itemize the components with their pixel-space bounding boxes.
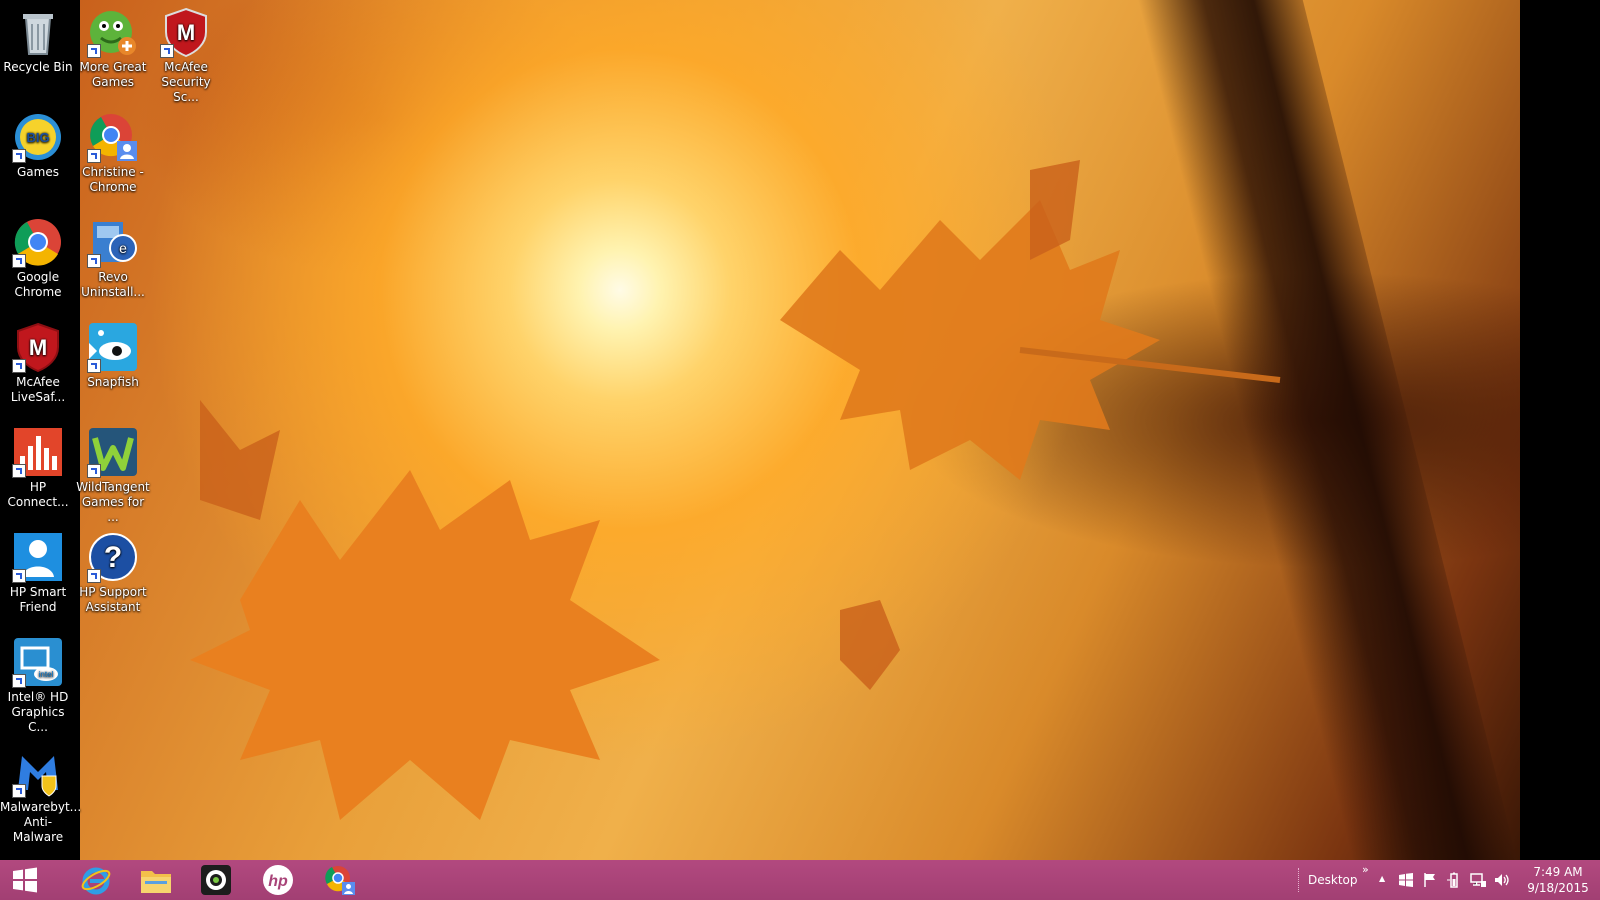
icon-label: More Great Games: [79, 60, 147, 89]
desktop-icon-more-great-games[interactable]: More Great Games: [75, 2, 151, 90]
icon-label: McAfee LiveSaf...: [10, 375, 66, 404]
file-explorer-icon: [141, 871, 171, 893]
chrome-user-icon: [325, 866, 355, 895]
svg-text:M: M: [177, 20, 195, 45]
mcafee-icon: M: [160, 6, 212, 58]
intel-icon: intel: [12, 636, 64, 688]
icon-label: Malwarebyt... Anti-Malware: [0, 800, 82, 844]
taskbar-hp-app[interactable]: hp: [250, 860, 306, 900]
network-icon[interactable]: [1470, 872, 1486, 888]
taskbar-chrome-user[interactable]: [312, 860, 368, 900]
taskbar-media-app[interactable]: [188, 860, 244, 900]
icon-label: HP Support Assistant: [79, 585, 147, 614]
media-icon: [201, 865, 231, 895]
icon-label: HP Smart Friend: [9, 585, 67, 614]
desktop-icon-mcafee-livesafe[interactable]: M McAfee LiveSaf...: [0, 317, 76, 405]
desktop-icon-recycle-bin[interactable]: Recycle Bin: [0, 2, 76, 75]
desktop-icon-hp-smart-friend[interactable]: HP Smart Friend: [0, 527, 76, 615]
desktop-icon-snapfish[interactable]: Snapfish: [75, 317, 151, 390]
action-center-flag-icon[interactable]: [1422, 872, 1438, 888]
wildtangent-icon: [87, 426, 139, 478]
icon-label: Snapfish: [87, 375, 139, 389]
shortcut-arrow-icon: [87, 569, 101, 583]
shortcut-arrow-icon: [12, 784, 26, 798]
desktop-icon-mcafee-security-scan[interactable]: M McAfee Security Sc...: [148, 2, 224, 105]
shortcut-arrow-icon: [12, 254, 26, 268]
icon-label: McAfee Security Sc...: [161, 60, 211, 104]
taskbar-internet-explorer[interactable]: [68, 860, 124, 900]
icon-label: HP Connect...: [7, 480, 69, 509]
start-button[interactable]: [0, 860, 50, 900]
desktop-icon-hp-connect[interactable]: HP Connect...: [0, 422, 76, 510]
shortcut-arrow-icon: [12, 464, 26, 478]
svg-text:?: ?: [104, 541, 122, 574]
chrome-user-icon: [87, 111, 139, 163]
show-hidden-icons-button[interactable]: ▲: [1379, 874, 1385, 883]
windows-tray-icon[interactable]: [1398, 872, 1414, 888]
shortcut-arrow-icon: [12, 674, 26, 688]
shortcut-arrow-icon: [87, 44, 101, 58]
svg-text:e: e: [119, 240, 127, 256]
shortcut-arrow-icon: [87, 149, 101, 163]
desktop-icon-hp-support-assistant[interactable]: ? HP Support Assistant: [75, 527, 151, 615]
chrome-icon: [12, 216, 64, 268]
svg-text:BIG: BIG: [26, 130, 49, 145]
internet-explorer-icon: [81, 867, 111, 895]
svg-text:M: M: [29, 335, 47, 360]
shortcut-arrow-icon: [87, 464, 101, 478]
games-icon: [87, 6, 139, 58]
clock-date: 9/18/2015: [1527, 881, 1589, 895]
shortcut-arrow-icon: [160, 44, 174, 58]
shortcut-arrow-icon: [12, 149, 26, 163]
icon-label: Revo Uninstall...: [81, 270, 145, 299]
shortcut-arrow-icon: [87, 359, 101, 373]
hp-smart-friend-icon: [12, 531, 64, 583]
snapfish-icon: [87, 321, 139, 373]
hp-icon: hp: [263, 865, 293, 895]
malwarebytes-icon: [12, 746, 64, 798]
desktop-icon-christine-chrome[interactable]: Christine - Chrome: [75, 107, 151, 195]
desktop-icon-google-chrome[interactable]: Google Chrome: [0, 212, 76, 300]
desktop-right-margin: [1520, 0, 1600, 860]
icon-label: Games: [17, 165, 59, 179]
svg-text:intel: intel: [39, 670, 54, 679]
toolbar-grip: [1298, 868, 1301, 892]
volume-icon[interactable]: [1494, 872, 1510, 888]
clock-time: 7:49 AM: [1533, 865, 1583, 879]
icon-label: Intel® HD Graphics C...: [7, 690, 69, 734]
shortcut-arrow-icon: [12, 359, 26, 373]
hp-connect-icon: [12, 426, 64, 478]
desktop-icon-revo-uninstaller[interactable]: e Revo Uninstall...: [75, 212, 151, 300]
desktop-toolbar-label[interactable]: Desktop: [1308, 873, 1358, 887]
shortcut-arrow-icon: [87, 254, 101, 268]
icon-label: Christine - Chrome: [82, 165, 144, 194]
toolbar-chevron-icon[interactable]: »: [1362, 863, 1369, 876]
help-icon: ?: [87, 531, 139, 583]
clock[interactable]: 7:49 AM 9/18/2015: [1522, 864, 1594, 896]
icon-label: Google Chrome: [14, 270, 62, 299]
windows-start-icon: [13, 867, 37, 893]
taskbar: hp Desktop » ▲ 7:49 AM 9/18/2015: [0, 860, 1600, 900]
mcafee-icon: M: [12, 321, 64, 373]
desktop-icon-malwarebytes[interactable]: Malwarebyt... Anti-Malware: [0, 742, 82, 845]
revo-icon: e: [87, 216, 139, 268]
desktop-icon-wildtangent[interactable]: WildTangent Games for ...: [75, 422, 151, 525]
wallpaper-leaves: [190, 160, 1281, 820]
power-battery-icon[interactable]: [1446, 872, 1462, 888]
icon-label: Recycle Bin: [3, 60, 73, 74]
desktop-icon-games[interactable]: BIG Games: [0, 107, 76, 180]
desktop-wallpaper: [80, 0, 1520, 860]
desktop-icon-intel-graphics[interactable]: intel Intel® HD Graphics C...: [0, 632, 76, 735]
svg-text:hp: hp: [268, 873, 288, 890]
icon-label: WildTangent Games for ...: [76, 480, 150, 524]
recycle-bin-icon: [12, 6, 64, 58]
bigfish-icon: BIG: [12, 111, 64, 163]
shortcut-arrow-icon: [12, 569, 26, 583]
taskbar-file-explorer[interactable]: [128, 860, 184, 900]
